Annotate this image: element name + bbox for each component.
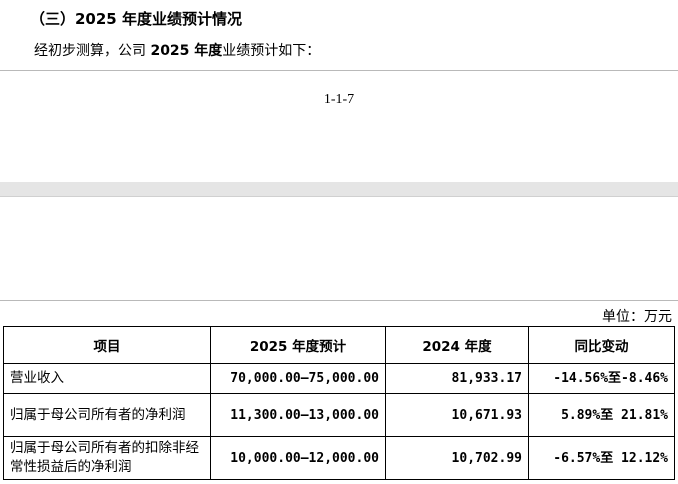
performance-forecast-table: 项目 2025 年度预计 2024 年度 同比变动 营业收入 70,000.00… (3, 326, 675, 480)
row-forecast: 70,000.00–75,000.00 (210, 363, 386, 394)
row-prior: 10,671.93 (385, 393, 529, 437)
row-item: 归属于母公司所有者的扣除非经常性损益后的净利润 (3, 436, 211, 480)
header-change: 同比变动 (528, 326, 675, 364)
row-forecast: 10,000.00–12,000.00 (210, 436, 386, 480)
header-item: 项目 (3, 326, 211, 364)
document-page-top: （三）2025 年度业绩预计情况 经初步测算，公司 2025 年度业绩预计如下：… (0, 0, 678, 182)
table-row: 归属于母公司所有者的净利润 11,300.00–13,000.00 10,671… (3, 393, 675, 437)
row-item: 营业收入 (3, 363, 211, 394)
page-number: 1-1-7 (323, 92, 355, 107)
unit-label: 单位：万元 (602, 309, 672, 325)
header-prior-year: 2024 年度 (385, 326, 529, 364)
page-break-gap (0, 182, 678, 196)
row-change: -14.56%至-8.46% (528, 363, 675, 394)
intro-year: 2025 年度 (150, 43, 223, 59)
table-row: 营业收入 70,000.00–75,000.00 81,933.17 -14.5… (3, 363, 675, 394)
page-divider (0, 70, 678, 71)
section-heading: （三）2025 年度业绩预计情况 (30, 10, 242, 28)
row-item: 归属于母公司所有者的净利润 (3, 393, 211, 437)
row-prior: 81,933.17 (385, 363, 529, 394)
row-change: 5.89%至 21.81% (528, 393, 675, 437)
row-forecast: 11,300.00–13,000.00 (210, 393, 386, 437)
page-divider-2 (0, 300, 678, 301)
intro-prefix: 经初步测算，公司 (34, 43, 151, 59)
row-prior: 10,702.99 (385, 436, 529, 480)
row-change: -6.57%至 12.12% (528, 436, 675, 480)
intro-paragraph: 经初步测算，公司 2025 年度业绩预计如下： (34, 40, 320, 60)
header-forecast: 2025 年度预计 (210, 326, 386, 364)
table-row: 归属于母公司所有者的扣除非经常性损益后的净利润 10,000.00–12,000… (3, 436, 675, 480)
page-break-line (0, 196, 678, 197)
intro-suffix: 业绩预计如下： (222, 43, 321, 59)
table-header-row: 项目 2025 年度预计 2024 年度 同比变动 (3, 326, 675, 364)
